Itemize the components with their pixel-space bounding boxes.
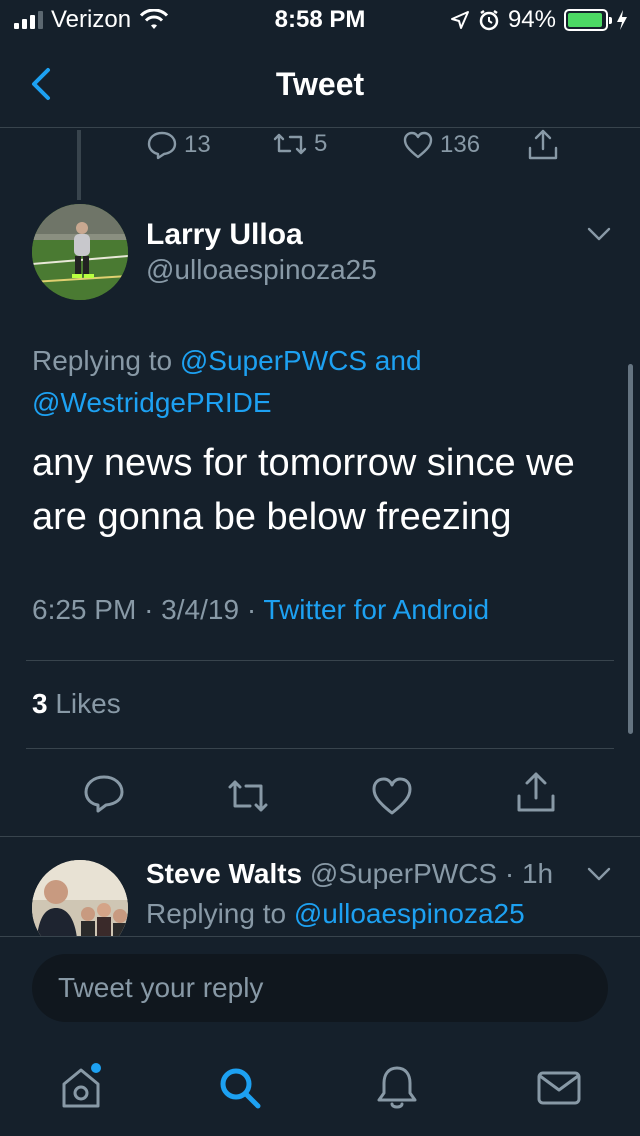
- tab-bar: [0, 1040, 640, 1136]
- retweet-icon: [273, 133, 307, 155]
- reply-replying-to: Replying to @ulloaespinoza25: [146, 898, 525, 930]
- alarm-icon: [479, 9, 499, 31]
- retweet-icon[interactable]: [226, 774, 270, 818]
- replying-and[interactable]: and: [375, 345, 422, 376]
- divider: [26, 660, 614, 661]
- reply-icon: [147, 131, 177, 160]
- likes-summary[interactable]: 3 Likes: [32, 688, 121, 720]
- reply-author-handle[interactable]: @SuperPWCS: [310, 858, 497, 889]
- page-title: Tweet: [275, 66, 365, 102]
- mention-link[interactable]: @ulloaespinoza25: [294, 898, 525, 929]
- replying-prefix: Replying to: [32, 345, 173, 376]
- reply-input[interactable]: [32, 954, 608, 1022]
- prev-like-count: 136: [440, 131, 481, 158]
- avatar[interactable]: [32, 204, 128, 300]
- mention-link[interactable]: @WestridgePRIDE: [32, 387, 272, 418]
- home-icon[interactable]: [56, 1062, 106, 1112]
- heart-icon[interactable]: [370, 774, 414, 818]
- battery-percent: 94%: [507, 6, 556, 33]
- reply-author-name[interactable]: Steve Walts: [146, 858, 302, 889]
- reply-header: Steve Walts @SuperPWCS · 1h: [146, 858, 553, 890]
- tweet-text: any news for tomorrow since we are gonna…: [32, 442, 575, 538]
- scrollbar[interactable]: [628, 364, 633, 734]
- share-icon: [528, 129, 558, 160]
- replying-to: Replying to @SuperPWCS and @WestridgePRI…: [32, 340, 632, 424]
- charging-icon: [617, 10, 627, 30]
- status-right: 94%: [450, 6, 628, 34]
- divider: [26, 748, 614, 749]
- prev-reply-count: 13: [184, 131, 211, 158]
- chevron-down-icon[interactable]: [586, 226, 612, 242]
- prev-share-button[interactable]: [526, 128, 560, 162]
- reply-separator: ·: [504, 858, 515, 889]
- tweet-time: 6:25 PM: [32, 594, 137, 625]
- author-name[interactable]: Larry Ulloa: [146, 218, 303, 252]
- status-bar: Verizon 8:58 PM 94%: [0, 0, 640, 40]
- tweet-meta: 6:25 PM · 3/4/19 · Twitter for Android: [32, 594, 489, 626]
- chevron-down-icon[interactable]: [586, 866, 612, 882]
- likes-label: Likes: [55, 688, 121, 719]
- battery-icon: [564, 9, 612, 31]
- prev-like-button[interactable]: 136: [402, 130, 480, 160]
- reply-age: 1h: [521, 858, 554, 889]
- share-icon[interactable]: [514, 770, 558, 814]
- tweet-source-link[interactable]: Twitter for Android: [263, 594, 489, 625]
- reply-composer[interactable]: [32, 954, 608, 1022]
- meta-separator: ·: [246, 594, 257, 625]
- tweet-date: 3/4/19: [161, 594, 240, 625]
- prev-reply-button[interactable]: 13: [146, 130, 211, 160]
- meta-separator: ·: [144, 594, 154, 625]
- author-handle[interactable]: @ulloaespinoza25: [146, 254, 377, 286]
- prev-retweet-button[interactable]: 5: [272, 130, 327, 158]
- messages-envelope-icon[interactable]: [534, 1062, 584, 1112]
- heart-icon: [403, 131, 433, 159]
- prev-retweet-count: 5: [314, 130, 328, 157]
- notifications-bell-icon[interactable]: [372, 1062, 422, 1112]
- replying-prefix: Replying to: [146, 898, 287, 929]
- likes-count: 3: [32, 688, 48, 719]
- search-icon[interactable]: [214, 1062, 264, 1112]
- previous-tweet-actions: 13 5 136: [0, 126, 640, 166]
- reply-icon[interactable]: [82, 772, 126, 816]
- tweet-actions: [0, 768, 640, 824]
- divider: [0, 836, 640, 837]
- mention-link[interactable]: @SuperPWCS: [180, 345, 367, 376]
- avatar-photo: [32, 204, 128, 300]
- location-icon: [450, 11, 469, 29]
- nav-bar: Tweet: [0, 40, 640, 128]
